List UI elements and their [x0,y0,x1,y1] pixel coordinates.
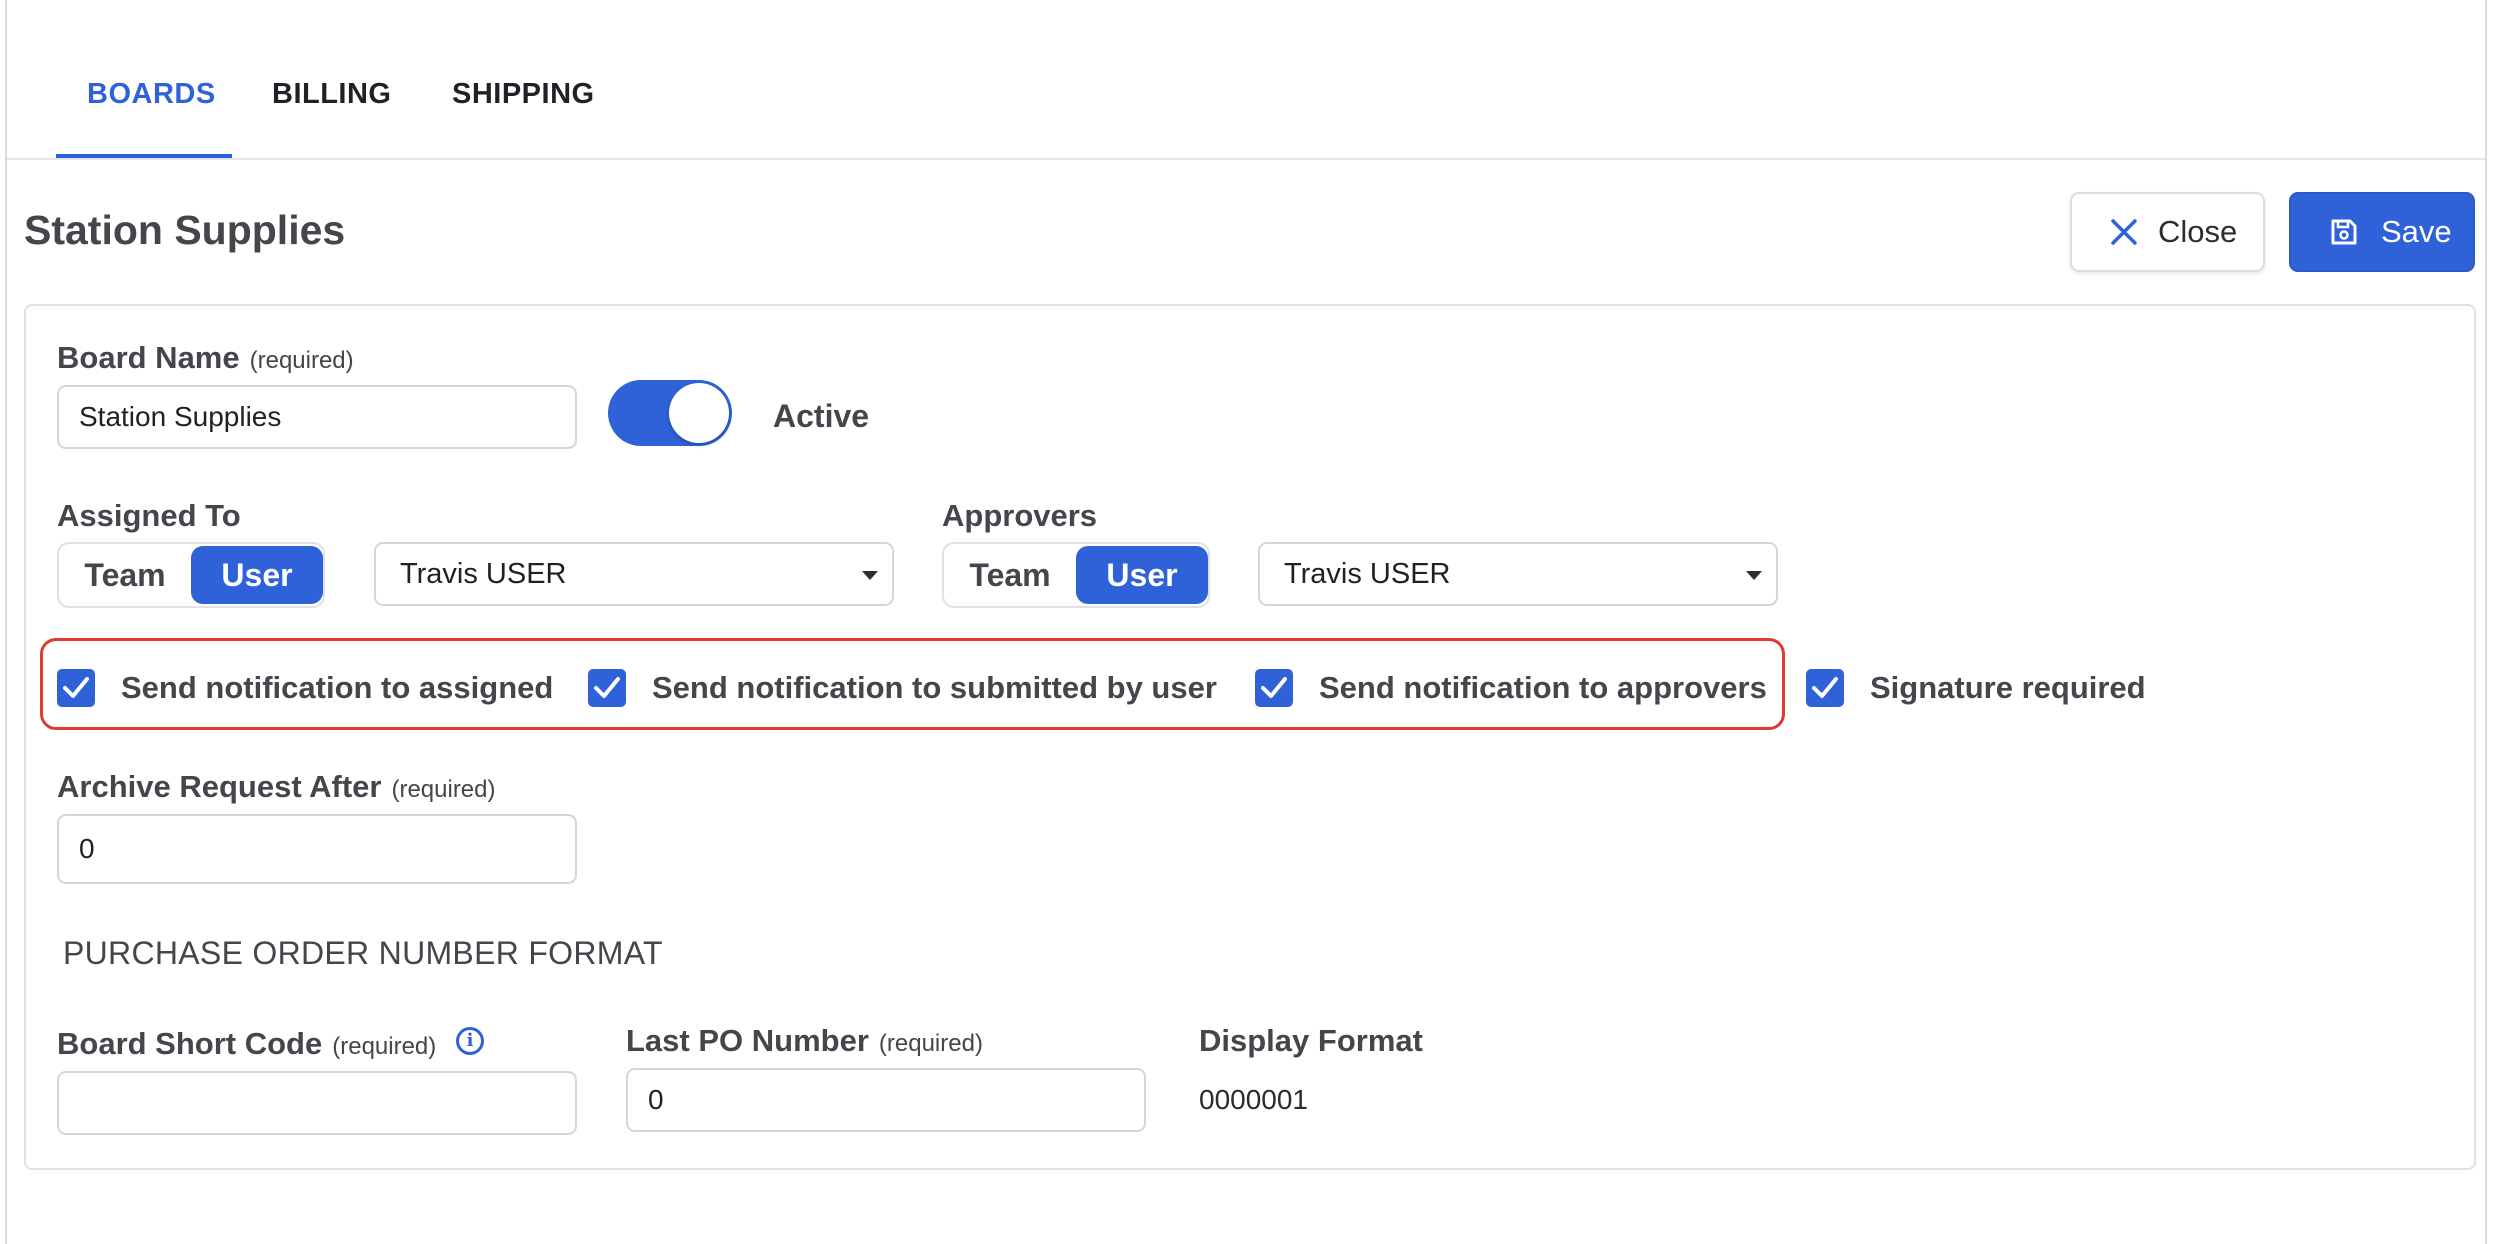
board-name-label-text: Board Name [57,340,240,375]
active-label: Active [773,398,870,434]
assigned-to-select[interactable]: Travis USER [374,542,894,606]
save-button-label: Save [2381,214,2452,249]
tab-boards[interactable]: BOARDS [87,78,216,111]
approvers-segmented: Team User [942,542,1210,608]
close-button-label: Close [2158,214,2238,249]
close-button[interactable]: Close [2070,192,2265,272]
approvers-select[interactable]: Travis USER [1258,542,1778,606]
tab-billing[interactable]: BILLING [272,78,392,111]
notify-assigned-checkbox[interactable] [57,669,95,707]
check-icon [594,677,620,698]
required-hint: (required) [878,1030,983,1057]
assigned-to-select-value: Travis USER [400,557,567,590]
tab-shipping[interactable]: SHIPPING [452,78,595,111]
board-name-input[interactable]: Station Supplies [57,385,577,449]
signature-required-label: Signature required [1870,670,2146,705]
po-format-heading: PURCHASE ORDER NUMBER FORMAT [63,935,663,971]
notify-approvers-checkbox[interactable] [1255,669,1293,707]
assigned-to-label: Assigned To [57,498,241,533]
short-code-label-text: Board Short Code [57,1026,323,1061]
display-format-label: Display Format [1199,1023,1423,1058]
check-icon [1812,677,1838,698]
assigned-user-option[interactable]: User [191,546,323,604]
notify-assigned-label: Send notification to assigned [121,670,554,705]
save-icon [2331,219,2357,245]
save-button[interactable]: Save [2289,192,2475,272]
required-hint: (required) [249,347,354,374]
short-code-label: Board Short Code (required) [57,1026,436,1062]
caret-down-icon [1746,571,1762,580]
last-po-label-text: Last PO Number [626,1023,869,1058]
check-icon [63,677,89,698]
approvers-team-option[interactable]: Team [944,544,1076,606]
board-name-label: Board Name (required) [57,340,354,376]
info-icon[interactable]: i [456,1027,484,1055]
archive-after-input[interactable]: 0 [57,814,577,884]
notify-submitter-checkbox[interactable] [588,669,626,707]
active-tab-indicator [56,154,232,158]
archive-label-text: Archive Request After [57,769,382,804]
last-po-label: Last PO Number (required) [626,1023,983,1059]
required-hint: (required) [391,776,496,803]
notify-approvers-label: Send notification to approvers [1319,670,1767,705]
toggle-knob [669,383,729,443]
archive-label: Archive Request After (required) [57,769,496,805]
settings-window: BOARDS BILLING SHIPPING Station Supplies… [5,0,2487,1244]
required-hint: (required) [332,1033,437,1060]
signature-required-checkbox[interactable] [1806,669,1844,707]
tab-bar: BOARDS BILLING SHIPPING [7,0,2485,160]
approvers-user-option[interactable]: User [1076,546,1208,604]
short-code-input[interactable] [57,1071,577,1135]
notify-submitter-label: Send notification to submitted by user [652,670,1217,705]
approvers-select-value: Travis USER [1284,557,1451,590]
active-toggle[interactable] [608,380,732,446]
page-title: Station Supplies [24,207,346,253]
close-icon [2111,219,2137,245]
display-format-value: 0000001 [1199,1084,1309,1115]
last-po-input[interactable]: 0 [626,1068,1146,1132]
assigned-team-option[interactable]: Team [59,544,191,606]
assigned-to-segmented: Team User [57,542,325,608]
caret-down-icon [862,571,878,580]
check-icon [1261,677,1287,698]
approvers-label: Approvers [942,498,1098,533]
